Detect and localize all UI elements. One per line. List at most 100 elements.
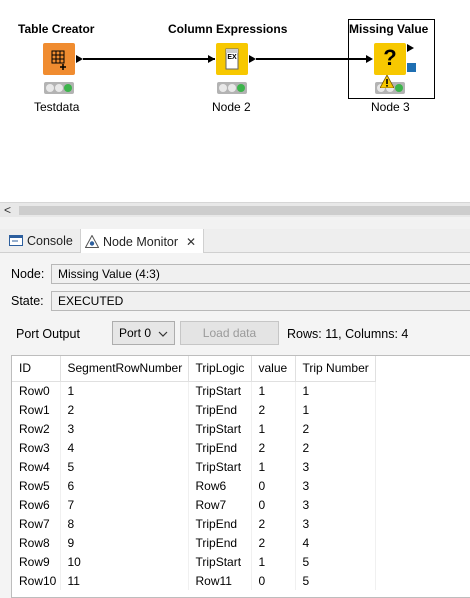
cell: 4: [295, 533, 376, 552]
cell: 0: [251, 476, 296, 495]
status-light-green: [64, 84, 72, 92]
state-field: EXECUTED: [51, 291, 470, 311]
table-row[interactable]: Row2 3 TripStart 1 2: [12, 419, 376, 438]
table-row[interactable]: Row0 1 TripStart 1 1: [12, 381, 376, 400]
node-title-column-expressions: Column Expressions: [168, 22, 288, 36]
table-row[interactable]: Row3 4 TripEnd 2 2: [12, 438, 376, 457]
output-port[interactable]: [249, 55, 256, 63]
table-header-row: ID SegmentRowNumber TripLogic value Trip…: [12, 356, 376, 382]
cell: 5: [60, 457, 189, 476]
cell: 1: [60, 381, 189, 400]
status-light-green: [237, 84, 245, 92]
output-port[interactable]: [407, 44, 414, 52]
connection-line[interactable]: [83, 58, 215, 60]
node-monitor-panel: Node: Missing Value (4:3) State: EXECUTE…: [0, 253, 470, 598]
cell: Row11: [188, 571, 252, 590]
cell: TripStart: [188, 457, 252, 476]
cell: Row8: [12, 533, 61, 552]
node-column-expressions[interactable]: EX: [216, 43, 248, 75]
cell: Row7: [188, 495, 252, 514]
node-label-testdata[interactable]: Testdata: [34, 100, 79, 114]
cell: 5: [295, 571, 376, 590]
port-select[interactable]: Port 0: [112, 321, 175, 345]
column-header-segmentrownumber[interactable]: SegmentRowNumber: [60, 356, 189, 382]
cell: 2: [60, 400, 189, 419]
question-mark-icon: ?: [383, 45, 397, 70]
cell: 9: [60, 533, 189, 552]
close-icon[interactable]: ✕: [186, 235, 196, 249]
table-row[interactable]: Row7 8 TripEnd 2 3: [12, 514, 376, 533]
output-port[interactable]: [76, 55, 83, 63]
cell: 1: [295, 381, 376, 400]
column-header-id[interactable]: ID: [12, 356, 61, 382]
column-header-value[interactable]: value: [251, 356, 296, 382]
table-row[interactable]: Row5 6 Row6 0 3: [12, 476, 376, 495]
column-header-trip-number[interactable]: Trip Number: [295, 356, 376, 382]
workflow-canvas[interactable]: Table Creator Testdata Column Expression…: [0, 0, 470, 202]
model-output-port[interactable]: [407, 63, 416, 72]
cell: 4: [60, 438, 189, 457]
cell: TripStart: [188, 381, 252, 400]
cell: TripEnd: [188, 400, 252, 419]
console-icon: [9, 235, 23, 246]
cell: 0: [251, 571, 296, 590]
cell: 1: [251, 381, 296, 400]
tab-console[interactable]: Console: [9, 229, 77, 253]
cell: 2: [295, 419, 376, 438]
state-label: State:: [11, 294, 44, 308]
node-label-node-3[interactable]: Node 3: [371, 100, 410, 114]
table-grid-icon: [51, 50, 66, 70]
cell: 1: [251, 457, 296, 476]
cell: Row7: [12, 514, 61, 533]
cell: 11: [60, 571, 189, 590]
node-table-creator[interactable]: [43, 43, 75, 75]
node-title-table-creator: Table Creator: [18, 22, 95, 36]
cell: TripStart: [188, 419, 252, 438]
cell: 8: [60, 514, 189, 533]
cell: 2: [295, 438, 376, 457]
table-row[interactable]: Row8 9 TripEnd 2 4: [12, 533, 376, 552]
cell: 3: [295, 495, 376, 514]
cell: Row9: [12, 552, 61, 571]
cell: 1: [295, 400, 376, 419]
table-row[interactable]: Row10 11 Row11 0 5: [12, 571, 376, 590]
cell: 2: [251, 438, 296, 457]
cell: 0: [251, 495, 296, 514]
status-light-green: [395, 84, 403, 92]
cell: 2: [251, 533, 296, 552]
node-label-node-2[interactable]: Node 2: [212, 100, 251, 114]
cell: Row4: [12, 457, 61, 476]
input-port[interactable]: [208, 55, 215, 63]
table-row[interactable]: Row6 7 Row7 0 3: [12, 495, 376, 514]
load-data-button[interactable]: Load data: [180, 321, 279, 345]
panel-separator: [0, 217, 470, 229]
cell: 3: [295, 457, 376, 476]
status-light-yellow: [55, 84, 63, 92]
cell: TripEnd: [188, 514, 252, 533]
cell: Row0: [12, 381, 61, 400]
cell: Row6: [188, 476, 252, 495]
node-missing-value[interactable]: ?: [374, 43, 406, 75]
node-title-missing-value: Missing Value: [349, 22, 429, 36]
rows-columns-info: Rows: 11, Columns: 4: [287, 327, 409, 341]
tab-node-monitor[interactable]: Node Monitor ✕: [80, 229, 204, 254]
node-field: Missing Value (4:3): [51, 264, 470, 284]
warning-icon[interactable]: [380, 75, 394, 88]
canvas-horizontal-scrollbar[interactable]: <: [0, 202, 470, 217]
cell: 1: [251, 419, 296, 438]
tab-node-monitor-label: Node Monitor: [103, 234, 179, 249]
tab-console-label: Console: [27, 234, 73, 248]
status-lights: [217, 82, 247, 94]
port-output-label: Port Output: [16, 327, 80, 341]
table-row[interactable]: Row4 5 TripStart 1 3: [12, 457, 376, 476]
cell: TripEnd: [188, 438, 252, 457]
scroll-left-arrow[interactable]: <: [4, 203, 11, 217]
output-data-table[interactable]: ID SegmentRowNumber TripLogic value Trip…: [11, 355, 470, 598]
column-header-triplogic[interactable]: TripLogic: [188, 356, 252, 382]
cell: 5: [295, 552, 376, 571]
cell: 1: [251, 552, 296, 571]
table-row[interactable]: Row1 2 TripEnd 2 1: [12, 400, 376, 419]
scrollbar-thumb[interactable]: [19, 206, 470, 215]
cell: Row3: [12, 438, 61, 457]
table-row[interactable]: Row9 10 TripStart 1 5: [12, 552, 376, 571]
